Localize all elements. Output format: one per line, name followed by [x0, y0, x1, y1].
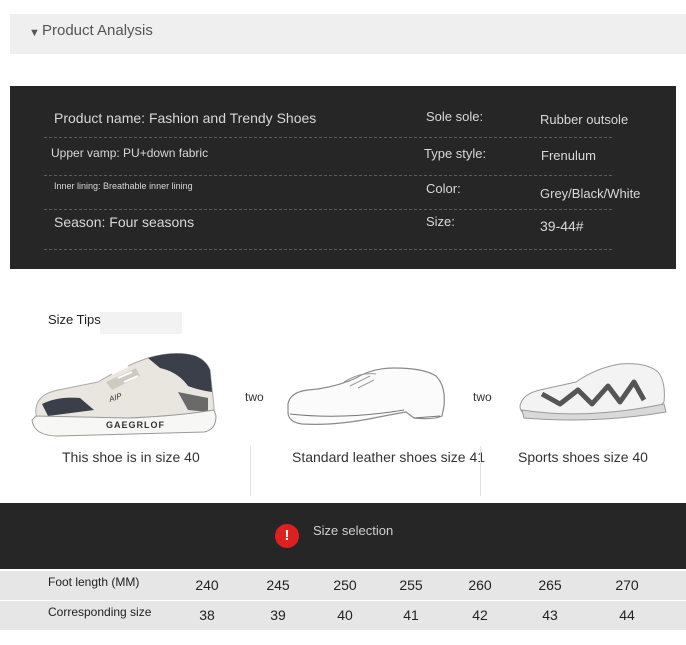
spec-left: Inner lining: Breathable inner lining	[54, 181, 193, 191]
spec-label: Type style:	[424, 146, 487, 161]
divider	[480, 446, 481, 496]
spec-row: Season: Four seasons Size: 39-44#	[44, 210, 612, 250]
spec-row: Inner lining: Breathable inner lining Co…	[44, 176, 640, 210]
alert-icon: !	[275, 524, 299, 548]
spec-left: Product name: Fashion and Trendy Shoes	[54, 110, 317, 126]
shoe-caption: Sports shoes size 40	[518, 449, 648, 465]
shoe-caption: Standard leather shoes size 41	[292, 449, 486, 465]
size-tips-title: Size Tips	[48, 312, 101, 327]
sneaker-photo: AIP GAEGRLOF	[31, 353, 217, 437]
table-cell: 41	[403, 607, 419, 623]
table-cell: 260	[468, 577, 492, 593]
top-strip	[0, 0, 686, 14]
table-row: Foot length (MM) 240 245 250 255 260 265…	[0, 571, 686, 600]
leather-shoe-illustration	[287, 367, 445, 425]
spec-left: Upper vamp: PU+down fabric	[51, 146, 209, 160]
table-cell: 44	[619, 607, 635, 623]
tips-label-shade	[100, 312, 182, 334]
spec-label: Sole sole:	[426, 109, 484, 124]
table-cell: 43	[542, 607, 558, 623]
row-label: Corresponding size	[48, 605, 152, 619]
table-cell: 42	[472, 607, 488, 623]
spec-value: 39-44#	[540, 218, 584, 234]
shoe-brand-text: GAEGRLOF	[106, 420, 165, 430]
spec-left: Season: Four seasons	[54, 214, 195, 230]
spec-value: Rubber outsole	[540, 112, 629, 127]
table-cell: 40	[337, 607, 353, 623]
table-cell: 270	[615, 577, 639, 593]
connector-text: two	[473, 390, 492, 404]
spec-panel: Product name: Fashion and Trendy Shoes S…	[10, 86, 676, 269]
spec-value: Frenulum	[541, 148, 596, 163]
spec-value: Grey/Black/White	[540, 186, 641, 201]
spec-row: Product name: Fashion and Trendy Shoes S…	[44, 106, 628, 138]
divider	[250, 446, 251, 496]
shoe-caption: This shoe is in size 40	[62, 449, 200, 465]
connector-text: two	[245, 390, 264, 404]
spec-label: Size:	[426, 214, 455, 229]
table-cell: 240	[195, 577, 219, 593]
section-header[interactable]: ▼ Product Analysis	[10, 14, 686, 54]
table-cell: 265	[538, 577, 562, 593]
row-label: Foot length (MM)	[48, 575, 140, 589]
collapse-triangle-icon[interactable]: ▼	[29, 27, 40, 39]
size-selection-title: Size selection	[313, 523, 394, 538]
table-cell: 38	[199, 607, 215, 623]
table-cell: 250	[333, 577, 357, 593]
table-cell: 39	[270, 607, 286, 623]
spec-row: Upper vamp: PU+down fabric Type style: F…	[44, 138, 612, 176]
table-cell: 255	[399, 577, 423, 593]
table-row: Corresponding size 38 39 40 41 42 43 44	[0, 601, 686, 630]
table-cell: 245	[266, 577, 290, 593]
section-title: Product Analysis	[42, 22, 153, 39]
spec-label: Color:	[426, 181, 461, 196]
sports-shoe-illustration	[519, 363, 667, 421]
